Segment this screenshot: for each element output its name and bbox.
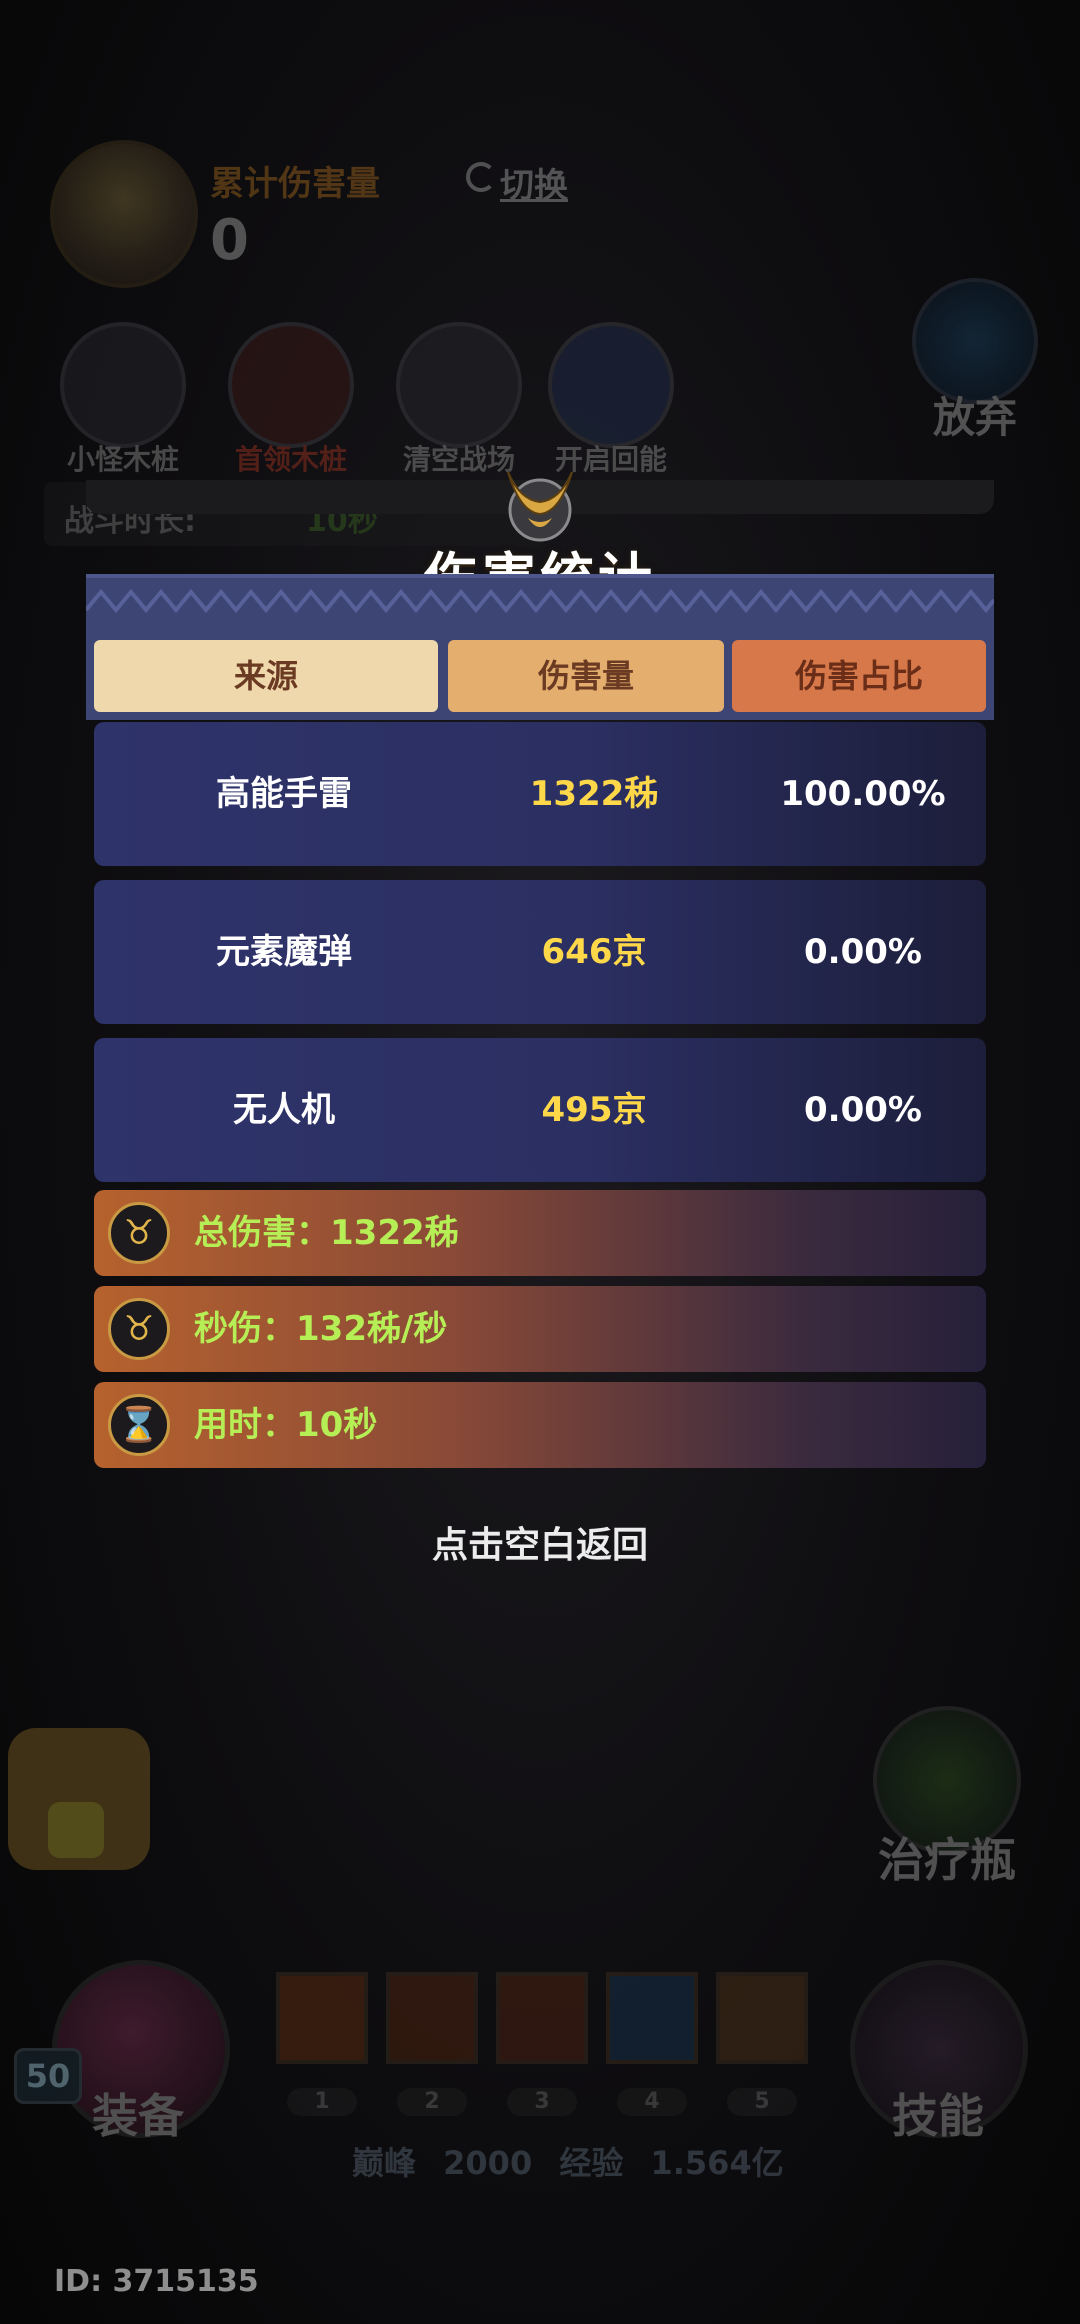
cumulative-damage-panel: 累计伤害量 0 切换	[40, 140, 600, 288]
skill-slot-5[interactable]	[716, 1972, 808, 2064]
chat-button[interactable]	[8, 1728, 150, 1870]
zigzag-pattern	[86, 588, 994, 614]
quick-action-label: 首领木桩	[234, 443, 347, 476]
column-header-source: 来源	[94, 640, 438, 712]
source-cell: 元素魔弹	[216, 932, 352, 972]
experience-text: 巅峰 2000 经验 1.564亿	[352, 2144, 784, 2182]
ratio-cell: 0.00%	[804, 1090, 922, 1130]
heal-potion-button[interactable]: 治疗瓶	[862, 1706, 1032, 1890]
skill-slot-number: 5	[727, 2088, 797, 2116]
table-row: 元素魔弹 646京 0.00%	[94, 880, 986, 1024]
skill-slot-2[interactable]	[386, 1972, 478, 2064]
skill-slot-1[interactable]	[276, 1972, 368, 2064]
damage-cell: 646京	[541, 932, 647, 972]
time-used-stat: ⌛ 用时：10秒	[94, 1382, 986, 1468]
skill-slot-number: 2	[397, 2088, 467, 2116]
equip-label: 装备	[92, 2089, 184, 2143]
table-row: 无人机 495京 0.00%	[94, 1038, 986, 1182]
give-up-button[interactable]: 放弃	[910, 278, 1040, 445]
minion-dummy-icon	[60, 322, 186, 448]
dps-text: 秒伤：132秭/秒	[194, 1309, 448, 1349]
horn-emblem-icon: ♉	[108, 1202, 170, 1264]
total-damage-stat: ♉ 总伤害：1322秭	[94, 1190, 986, 1276]
damage-cell: 1322秭	[529, 774, 659, 814]
column-header-ratio: 伤害占比	[732, 640, 986, 712]
tap-blank-to-return[interactable]: 点击空白返回	[0, 1516, 1080, 1568]
table-header: 来源 伤害量 伤害占比	[86, 574, 994, 720]
damage-cell: 495京	[541, 1090, 647, 1130]
skill-label: 技能	[892, 2089, 984, 2143]
quick-action-label: 小怪木桩	[66, 443, 179, 476]
game-screen: 累计伤害量 0 切换 小怪木桩 首领木桩 清空战场 开启回能 放弃 战斗时长: …	[0, 0, 1080, 2324]
give-up-label: 放弃	[932, 393, 1017, 442]
infinity-icon	[548, 322, 674, 448]
bottom-bar: 50 装备 1 2 3 4 5 技能 巅峰 2000 经验 1.564亿	[0, 1960, 1080, 2220]
source-cell: 高能手雷	[216, 774, 352, 814]
time-used-text: 用时：10秒	[194, 1405, 378, 1445]
boss-dummy-button[interactable]: 首领木桩	[216, 322, 366, 478]
table-row: 高能手雷 1322秭 100.00%	[94, 722, 986, 866]
level-badge: 50	[14, 2048, 82, 2104]
ratio-cell: 100.00%	[780, 774, 946, 814]
cumulative-damage-value: 0	[210, 208, 249, 273]
boss-avatar	[50, 140, 198, 288]
clear-field-icon	[396, 322, 522, 448]
ratio-cell: 0.00%	[804, 932, 922, 972]
source-cell: 无人机	[233, 1090, 335, 1130]
heal-potion-label: 治疗瓶	[878, 1833, 1016, 1887]
column-header-damage: 伤害量	[448, 640, 724, 712]
skill-slot-3[interactable]	[496, 1972, 588, 2064]
hourglass-icon: ⌛	[108, 1394, 170, 1456]
refresh-icon	[466, 162, 496, 192]
boss-dummy-icon	[228, 322, 354, 448]
skill-slot-number: 1	[287, 2088, 357, 2116]
cumulative-damage-title: 累计伤害量	[210, 164, 380, 204]
minion-dummy-button[interactable]: 小怪木桩	[48, 322, 198, 478]
user-id: ID: 3715135	[54, 2264, 259, 2299]
skill-slot-number: 3	[507, 2088, 577, 2116]
horn-emblem-icon: ♉	[108, 1298, 170, 1360]
skill-slot-4[interactable]	[606, 1972, 698, 2064]
switch-button[interactable]: 切换	[500, 158, 568, 207]
dps-stat: ♉ 秒伤：132秭/秒	[94, 1286, 986, 1372]
skill-slot-number: 4	[617, 2088, 687, 2116]
smiley-icon	[48, 1802, 104, 1858]
total-damage-text: 总伤害：1322秭	[194, 1213, 459, 1253]
